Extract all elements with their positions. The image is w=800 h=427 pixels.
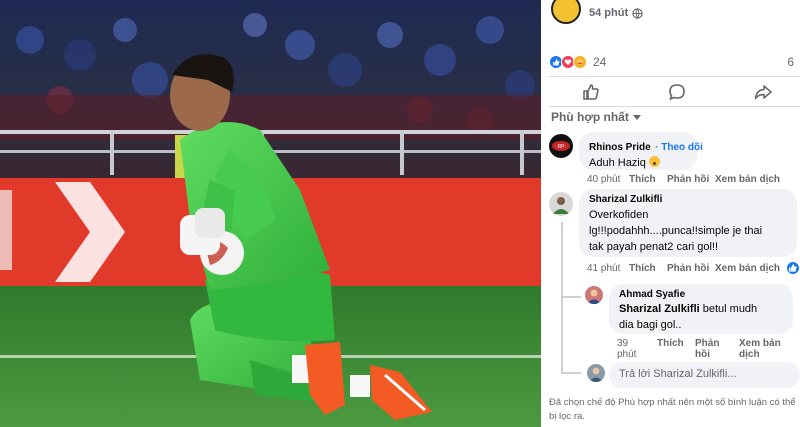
avatar[interactable] [549,192,573,216]
avatar[interactable]: RP [549,134,573,158]
share-button-icon[interactable] [753,82,773,102]
reply-input-placeholder: Trả lời Sharizal Zulkifli... [619,368,737,380]
screenshot-root: 54 phút 24 6 Phù hợp nhất RP Rhinos Prid… [0,0,800,427]
avatar [587,364,605,382]
comment-sort-dropdown[interactable]: Phù hợp nhất [551,110,641,124]
thread-line [561,372,581,374]
comment-text-line: Overkofiden [589,209,649,221]
surprised-emoji-icon [648,156,660,167]
reply-text: Sharizal Zulkifli betul mudh [619,303,758,315]
thread-line [561,296,581,298]
thread-line [561,222,563,374]
comment-text-line: tak payah penat2 cari gol!! [589,241,719,253]
mention-link[interactable]: Sharizal Zulkifli [619,303,700,315]
translate-link[interactable]: Xem bản dịch [715,263,780,274]
reaction-summary[interactable]: 24 [549,54,606,70]
reply-input[interactable]: Trả lời Sharizal Zulkifli... [609,362,800,388]
comment-bubble: Rhinos Pride · Theo dõi Aduh Haziq [579,132,703,171]
divider [549,106,800,107]
translate-link[interactable]: Xem bản [739,338,781,349]
reply-time[interactable]: 39 [617,338,628,349]
translate-link[interactable]: dịch [739,349,760,360]
like-badge-icon[interactable] [786,261,800,275]
reaction-count: 24 [593,55,607,69]
like-link[interactable]: Thích [629,174,656,185]
reply-text-line: dia bagi gol.. [619,319,682,331]
reply-link[interactable]: Phản hồi [667,263,709,274]
reply-bubble: Ahmad Syafie Sharizal Zulkifli betul mud… [609,284,793,334]
goalkeeper-photo [0,0,541,427]
follow-link[interactable]: · Theo dõi [655,142,703,153]
comments-panel: 54 phút 24 6 Phù hợp nhất RP Rhinos Prid… [541,0,800,427]
post-time[interactable]: 54 phút [589,7,628,19]
comment-author[interactable]: Rhinos Pride [589,142,651,153]
comment-button-icon[interactable] [667,82,687,102]
comment-text: Aduh Haziq [589,155,687,171]
like-link[interactable]: Thích [629,263,656,274]
post-header: 54 phút [541,0,800,28]
post-actions [541,80,800,104]
svg-text:RP: RP [558,144,566,150]
avatar[interactable] [585,286,603,304]
divider [549,76,800,77]
comment-meta: 41 phút Thích Phản hồi Xem bản dịch [587,263,797,277]
share-count[interactable]: 6 [787,55,794,69]
sort-label: Phù hợp nhất [551,110,629,124]
like-button-icon[interactable] [581,82,601,102]
reply-author[interactable]: Ahmad Syafie [619,289,783,300]
reply-meta: 39 phút Thích Phản hồi Xem bản dịch [617,338,797,362]
page-avatar[interactable] [551,0,581,24]
post-photo[interactable] [0,0,541,427]
reply-link[interactable]: Phản hồi [667,174,709,185]
comment-bubble: Sharizal Zulkifli Overkofiden lg!!!podah… [579,189,797,257]
reply-link[interactable]: hồi [695,349,710,360]
comment-time[interactable]: 41 phút [587,263,620,274]
chevron-down-icon [632,115,641,120]
comment-time[interactable]: 40 phút [587,174,620,185]
reply-link[interactable]: Phản [695,338,719,349]
care-icon [573,55,587,69]
like-link[interactable]: Thích [657,338,684,349]
comment-text-line: lg!!!podahhh....punca!!simple je thai [589,225,763,237]
comment-meta: 40 phút Thích Phản hồi Xem bản dịch [587,174,787,188]
globe-icon [632,8,643,19]
sort-footnote: Đã chọn chế độ Phù hợp nhất nên một số b… [549,397,796,422]
comment-author[interactable]: Sharizal Zulkifli [589,194,787,205]
reply-time[interactable]: phút [617,349,636,360]
translate-link[interactable]: Xem bản dịch [715,174,780,185]
